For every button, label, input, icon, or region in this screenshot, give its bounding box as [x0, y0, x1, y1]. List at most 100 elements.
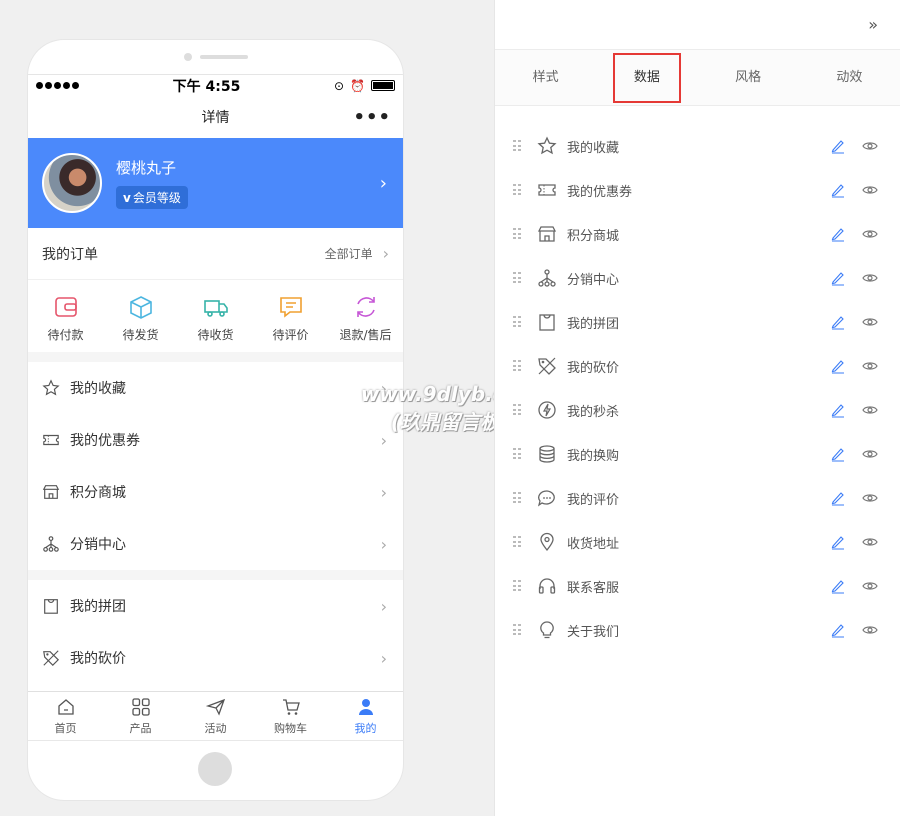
eye-icon[interactable] — [862, 402, 878, 418]
order-status-label: 待收货 — [197, 327, 234, 342]
speaker-slot — [200, 55, 248, 59]
drag-handle-icon[interactable] — [513, 184, 521, 196]
more-icon[interactable]: ••• — [353, 107, 391, 128]
eye-icon[interactable] — [862, 270, 878, 286]
tab-label: 产品 — [129, 721, 152, 735]
menu-item-label: 我的拼团 — [70, 599, 126, 615]
comment-icon — [279, 296, 302, 318]
eye-icon[interactable] — [862, 578, 878, 594]
tab-animation[interactable]: 动效 — [799, 53, 900, 103]
data-item-row[interactable]: 关于我们 — [495, 608, 900, 652]
avatar[interactable] — [42, 153, 102, 213]
cart-icon — [282, 698, 300, 715]
edit-icon[interactable] — [830, 226, 846, 242]
edit-icon[interactable] — [830, 270, 846, 286]
edit-icon[interactable] — [830, 490, 846, 506]
tab-data[interactable]: 数据 — [596, 52, 697, 103]
drag-handle-icon[interactable] — [513, 580, 521, 592]
drag-handle-icon[interactable] — [513, 360, 521, 372]
data-item-row[interactable]: 我的优惠券 — [495, 168, 900, 212]
eye-icon[interactable] — [862, 226, 878, 242]
bulb-icon — [540, 621, 554, 639]
menu-item-label: 积分商城 — [70, 485, 126, 501]
eye-icon[interactable] — [862, 182, 878, 198]
all-orders-link[interactable]: 全部订单 › — [325, 244, 389, 263]
send-icon — [205, 698, 225, 716]
home-button — [198, 752, 232, 786]
data-item-label: 积分商城 — [567, 228, 620, 244]
tab-home[interactable]: 首页 — [28, 692, 103, 740]
menu-item-label: 分销中心 — [70, 537, 126, 553]
profile-card[interactable]: 樱桃丸子 v 会员等级 › — [28, 138, 403, 228]
drag-handle-icon[interactable] — [513, 272, 521, 284]
data-item-row[interactable]: 我的砍价 — [495, 344, 900, 388]
edit-icon[interactable] — [830, 358, 846, 374]
menu-item-favorites[interactable]: 我的收藏 › — [28, 362, 403, 414]
drag-handle-icon[interactable] — [513, 624, 521, 636]
order-refund[interactable]: 退款/售后 — [333, 294, 399, 343]
menu-item-bargain[interactable]: 我的砍价 › — [28, 632, 403, 684]
edit-icon[interactable] — [830, 314, 846, 330]
data-item-row[interactable]: 分销中心 — [495, 256, 900, 300]
lock-rotation-icon: ⊙ — [333, 78, 345, 93]
tab-cart[interactable]: 购物车 — [253, 692, 328, 740]
edit-icon[interactable] — [830, 534, 846, 550]
data-item-row[interactable]: 我的秒杀 — [495, 388, 900, 432]
tab-mine[interactable]: 我的 — [328, 692, 403, 740]
status-bar: 下午 4:55 ⊙ ⏰ — [28, 74, 403, 96]
grid-icon — [131, 697, 150, 716]
menu-item-distribution[interactable]: 分销中心 › — [28, 518, 403, 570]
data-item-row[interactable]: 我的收藏 — [495, 124, 900, 168]
signal-icon — [36, 82, 79, 89]
orders-title: 我的订单 — [42, 246, 98, 263]
drag-handle-icon[interactable] — [513, 316, 521, 328]
tab-theme[interactable]: 风格 — [698, 53, 799, 103]
eye-icon[interactable] — [862, 314, 878, 330]
eye-icon[interactable] — [862, 358, 878, 374]
data-item-row[interactable]: 我的评价 — [495, 476, 900, 520]
menu-item-label: 我的砍价 — [70, 651, 126, 667]
edit-icon[interactable] — [830, 578, 846, 594]
order-pending-shipment[interactable]: 待发货 — [108, 294, 174, 343]
member-level-badge[interactable]: v 会员等级 — [116, 186, 188, 209]
drag-handle-icon[interactable] — [513, 448, 521, 460]
eye-icon[interactable] — [862, 446, 878, 462]
menu-item-coupons[interactable]: 我的优惠券 › — [28, 414, 403, 466]
drag-handle-icon[interactable] — [513, 536, 521, 548]
data-item-row[interactable]: 联系客服 — [495, 564, 900, 608]
data-item-row[interactable]: 我的拼团 — [495, 300, 900, 344]
edit-icon[interactable] — [830, 138, 846, 154]
phone-bezel-top — [28, 40, 403, 74]
order-pending-review[interactable]: 待评价 — [258, 294, 324, 343]
data-item-row[interactable]: 积分商城 — [495, 212, 900, 256]
edit-icon[interactable] — [830, 446, 846, 462]
menu-item-points-mall[interactable]: 积分商城 › — [28, 466, 403, 518]
battery-icon — [371, 80, 395, 91]
tab-activity[interactable]: 活动 — [178, 692, 253, 740]
chat-icon — [537, 490, 555, 507]
data-item-list: 我的收藏 我的优惠券积分商城分销中心 我的拼团 我的砍价 我的秒杀 我的换购 我的评价 收货地… — [495, 106, 900, 652]
eye-icon[interactable] — [862, 622, 878, 638]
chevron-right-icon: › — [380, 482, 387, 502]
edit-icon[interactable] — [830, 182, 846, 198]
edit-icon[interactable] — [830, 622, 846, 638]
order-status-label: 退款/售后 — [339, 327, 392, 342]
drag-handle-icon[interactable] — [513, 492, 521, 504]
eye-icon[interactable] — [862, 138, 878, 154]
order-pending-receipt[interactable]: 待收货 — [183, 294, 249, 343]
collapse-icon[interactable]: » — [868, 15, 878, 34]
drag-handle-icon[interactable] — [513, 228, 521, 240]
star-icon — [537, 136, 557, 155]
order-pending-payment[interactable]: 待付款 — [33, 294, 99, 343]
drag-handle-icon[interactable] — [513, 140, 521, 152]
drag-handle-icon[interactable] — [513, 404, 521, 416]
edit-icon[interactable] — [830, 402, 846, 418]
bottom-tab-bar: 首页 产品 活动 购物车 我的 — [28, 691, 403, 741]
eye-icon[interactable] — [862, 490, 878, 506]
data-item-row[interactable]: 我的换购 — [495, 432, 900, 476]
tab-products[interactable]: 产品 — [103, 692, 178, 740]
tab-style[interactable]: 样式 — [495, 53, 596, 103]
eye-icon[interactable] — [862, 534, 878, 550]
menu-item-group-buy[interactable]: 我的拼团 › — [28, 580, 403, 632]
data-item-row[interactable]: 收货地址 — [495, 520, 900, 564]
